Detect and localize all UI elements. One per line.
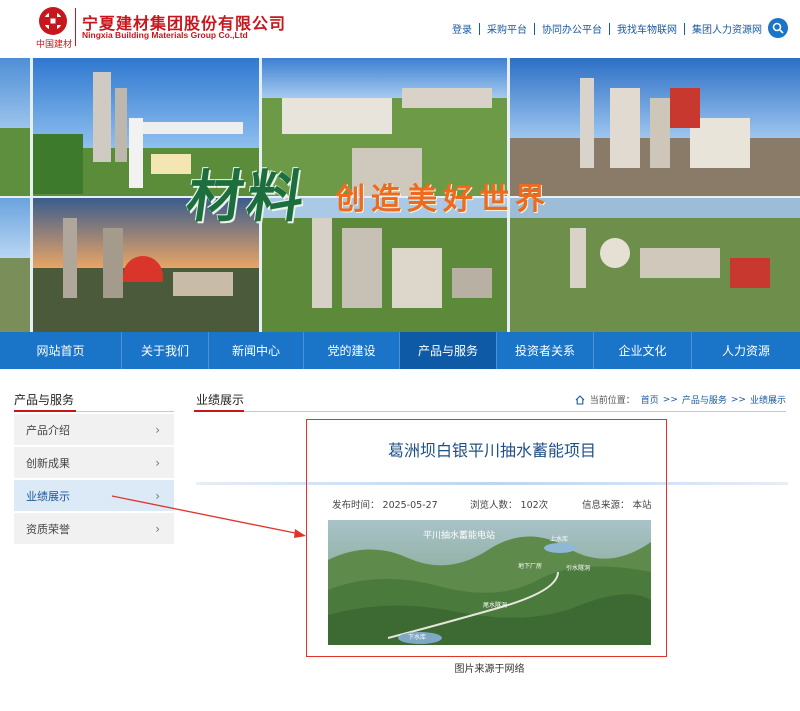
- annotation-arrow: [111, 495, 306, 538]
